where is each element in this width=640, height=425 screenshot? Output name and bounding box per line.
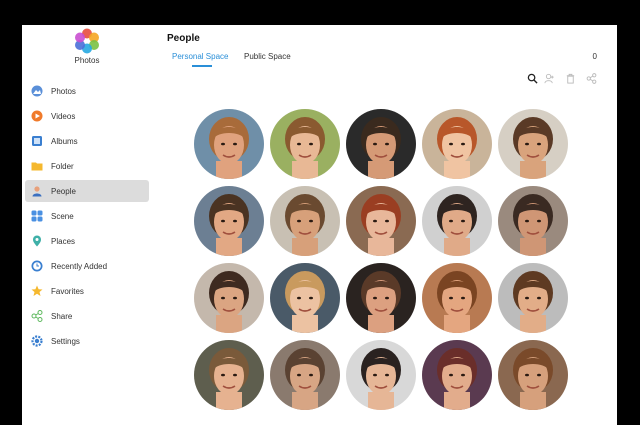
face-photo [498,109,568,179]
face-photo [194,186,264,256]
sidebar-item-places[interactable]: Places [25,230,149,252]
face-photo [346,263,416,333]
recently-added-icon [31,260,43,272]
people-icon [32,186,42,197]
face-photo [270,340,340,410]
sidebar-item-recently-added[interactable]: Recently Added [25,255,149,277]
sidebar-item-label: People [51,186,76,196]
sidebar-item-scene[interactable]: Scene [25,205,149,227]
sidebar-item-settings[interactable]: Settings [25,330,149,352]
face-photo [194,263,264,333]
face-photo [498,340,568,410]
sidebar-item-label: Videos [51,111,76,121]
sidebar-item-label: Scene [51,211,74,221]
tab-public-space[interactable]: Public Space [244,52,291,61]
sidebar-item-label: Photos [51,86,76,96]
person-thumbnail[interactable] [346,186,416,256]
sidebar-item-label: Places [51,236,76,246]
person-thumbnail[interactable] [498,340,568,410]
person-thumbnail[interactable] [270,109,340,179]
item-count: 0 [592,52,597,61]
favorites-icon [31,285,43,296]
face-photo [270,109,340,179]
sidebar-item-share[interactable]: Share [25,305,149,327]
sidebar-item-people[interactable]: People [25,180,149,202]
face-photo [270,263,340,333]
face-photo [346,109,416,179]
sidebar-item-albums[interactable]: Albums [25,130,149,152]
active-tab-indicator [192,65,212,67]
folder-icon [31,162,43,171]
share-icon[interactable] [586,73,597,84]
face-photo [194,109,264,179]
person-thumbnail[interactable] [498,263,568,333]
albums-icon [32,136,42,146]
face-photo [422,340,492,410]
videos-icon [31,110,43,122]
person-thumbnail[interactable] [422,109,492,179]
photos-app-window: Photos Photos Videos Albums Folder Peopl… [22,25,617,425]
app-name: Photos [74,56,100,65]
person-thumbnail[interactable] [422,340,492,410]
person-thumbnail[interactable] [194,340,264,410]
face-photo [422,263,492,333]
face-photo [422,109,492,179]
sidebar-item-photos[interactable]: Photos [25,80,149,102]
person-thumbnail[interactable] [346,109,416,179]
person-thumbnail[interactable] [270,340,340,410]
photos-icon [31,85,43,97]
sidebar-item-label: Favorites [51,286,84,296]
face-photo [346,340,416,410]
face-photo [346,186,416,256]
app-logo: Photos [22,28,152,65]
sidebar-item-favorites[interactable]: Favorites [25,280,149,302]
person-thumbnail[interactable] [498,186,568,256]
tab-personal-space[interactable]: Personal Space [172,52,228,61]
person-thumbnail[interactable] [346,340,416,410]
sidebar-item-label: Albums [51,136,78,146]
page-title: People [167,33,200,44]
photos-logo-icon [75,28,99,54]
person-thumbnail[interactable] [346,263,416,333]
person-thumbnail[interactable] [194,109,264,179]
sidebar-item-label: Recently Added [51,261,108,271]
face-photo [498,186,568,256]
person-thumbnail[interactable] [422,186,492,256]
search-icon[interactable] [527,73,538,84]
person-thumbnail[interactable] [270,263,340,333]
main-content: People Personal Space Public Space 0 [152,25,617,425]
face-photo [422,186,492,256]
person-thumbnail[interactable] [498,109,568,179]
sidebar-item-label: Folder [51,161,74,171]
sidebar-item-label: Settings [51,336,80,346]
sidebar-item-label: Share [51,311,73,321]
face-photo [194,340,264,410]
settings-icon [31,335,43,347]
face-photo [498,263,568,333]
share-icon [31,310,43,322]
sidebar-item-videos[interactable]: Videos [25,105,149,127]
face-photo [270,186,340,256]
sidebar: Photos Photos Videos Albums Folder Peopl… [22,25,152,425]
scene-icon [31,210,43,222]
places-icon [33,235,41,247]
person-icon[interactable] [544,73,555,84]
trash-icon[interactable] [565,73,576,84]
person-thumbnail[interactable] [194,263,264,333]
person-thumbnail[interactable] [422,263,492,333]
person-thumbnail[interactable] [194,186,264,256]
sidebar-item-folder[interactable]: Folder [25,155,149,177]
person-thumbnail[interactable] [270,186,340,256]
